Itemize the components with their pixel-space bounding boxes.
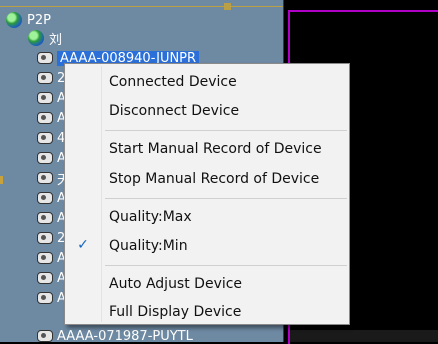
globe-icon xyxy=(28,30,44,46)
tree-device-item[interactable]: A xyxy=(36,208,66,228)
camera-icon xyxy=(36,250,53,266)
camera-icon xyxy=(36,50,53,66)
menu-item-label: Connected Device xyxy=(109,74,237,90)
tree-device-item[interactable]: A xyxy=(36,108,66,128)
menu-item-start-manual-record[interactable]: Start Manual Record of Device xyxy=(65,137,349,161)
menu-item-full-display[interactable]: Full Display Device xyxy=(65,300,349,324)
camera-icon xyxy=(36,130,53,146)
video-pane-statusbar xyxy=(290,330,438,342)
tree-group-item[interactable]: 刘 xyxy=(28,28,62,48)
tree-device-item[interactable]: A xyxy=(36,248,66,268)
menu-separator xyxy=(105,265,347,266)
device-label: AAAA-071987-PUYTL xyxy=(57,328,193,343)
tree-device-item[interactable]: 2 xyxy=(36,228,65,248)
menu-separator xyxy=(105,130,347,131)
menu-item-label: Full Display Device xyxy=(109,304,242,320)
menu-item-disconnect-device[interactable]: Disconnect Device xyxy=(65,99,349,123)
camera-icon xyxy=(36,230,53,246)
tree-device-item[interactable]: A xyxy=(36,188,66,208)
menu-item-stop-manual-record[interactable]: Stop Manual Record of Device xyxy=(65,167,349,191)
camera-icon xyxy=(36,150,53,166)
tree-device-item[interactable]: 2 xyxy=(36,68,65,88)
menu-item-connect-device[interactable]: Connected Device xyxy=(65,70,349,94)
tree-device-item[interactable]: A xyxy=(36,148,66,168)
menu-item-label: Disconnect Device xyxy=(109,103,240,119)
menu-item-quality-min[interactable]: ✓ Quality:Min xyxy=(65,234,349,258)
tree-device-item[interactable]: A xyxy=(36,88,66,108)
menu-item-quality-max[interactable]: Quality:Max xyxy=(65,205,349,229)
menu-item-auto-adjust[interactable]: Auto Adjust Device xyxy=(65,272,349,296)
menu-separator xyxy=(105,198,347,199)
camera-icon xyxy=(36,190,53,206)
menu-item-label: Stop Manual Record of Device xyxy=(109,171,320,187)
tree-group-label: 刘 xyxy=(49,32,63,48)
menu-item-label: Auto Adjust Device xyxy=(109,276,243,292)
globe-icon xyxy=(6,12,22,28)
panel-top-divider xyxy=(0,6,283,7)
camera-icon xyxy=(36,70,53,86)
camera-icon xyxy=(36,290,53,306)
checkmark-icon: ✓ xyxy=(77,237,89,253)
menu-item-label: Quality:Max xyxy=(109,209,192,225)
device-context-menu: Connected Device Disconnect Device Start… xyxy=(64,63,350,325)
camera-icon xyxy=(36,270,53,286)
tree-device-item[interactable]: 4 xyxy=(36,128,65,148)
panel-resize-handle[interactable] xyxy=(224,3,231,10)
tree-device-item[interactable]: A xyxy=(36,268,66,288)
camera-icon xyxy=(36,90,53,106)
menu-item-label: Start Manual Record of Device xyxy=(109,141,322,157)
panel-edge-marker xyxy=(0,176,3,184)
tree-root-label: P2P xyxy=(27,12,51,28)
camera-icon xyxy=(36,110,53,126)
camera-icon xyxy=(36,210,53,226)
menu-item-label: Quality:Min xyxy=(109,238,188,254)
tree-root-p2p[interactable]: P2P xyxy=(6,10,51,30)
camera-icon xyxy=(36,328,53,342)
tree-device-item[interactable]: AAAA-071987-PUYTL xyxy=(36,326,193,342)
tree-device-item[interactable]: A xyxy=(36,288,66,308)
camera-icon xyxy=(36,170,53,186)
